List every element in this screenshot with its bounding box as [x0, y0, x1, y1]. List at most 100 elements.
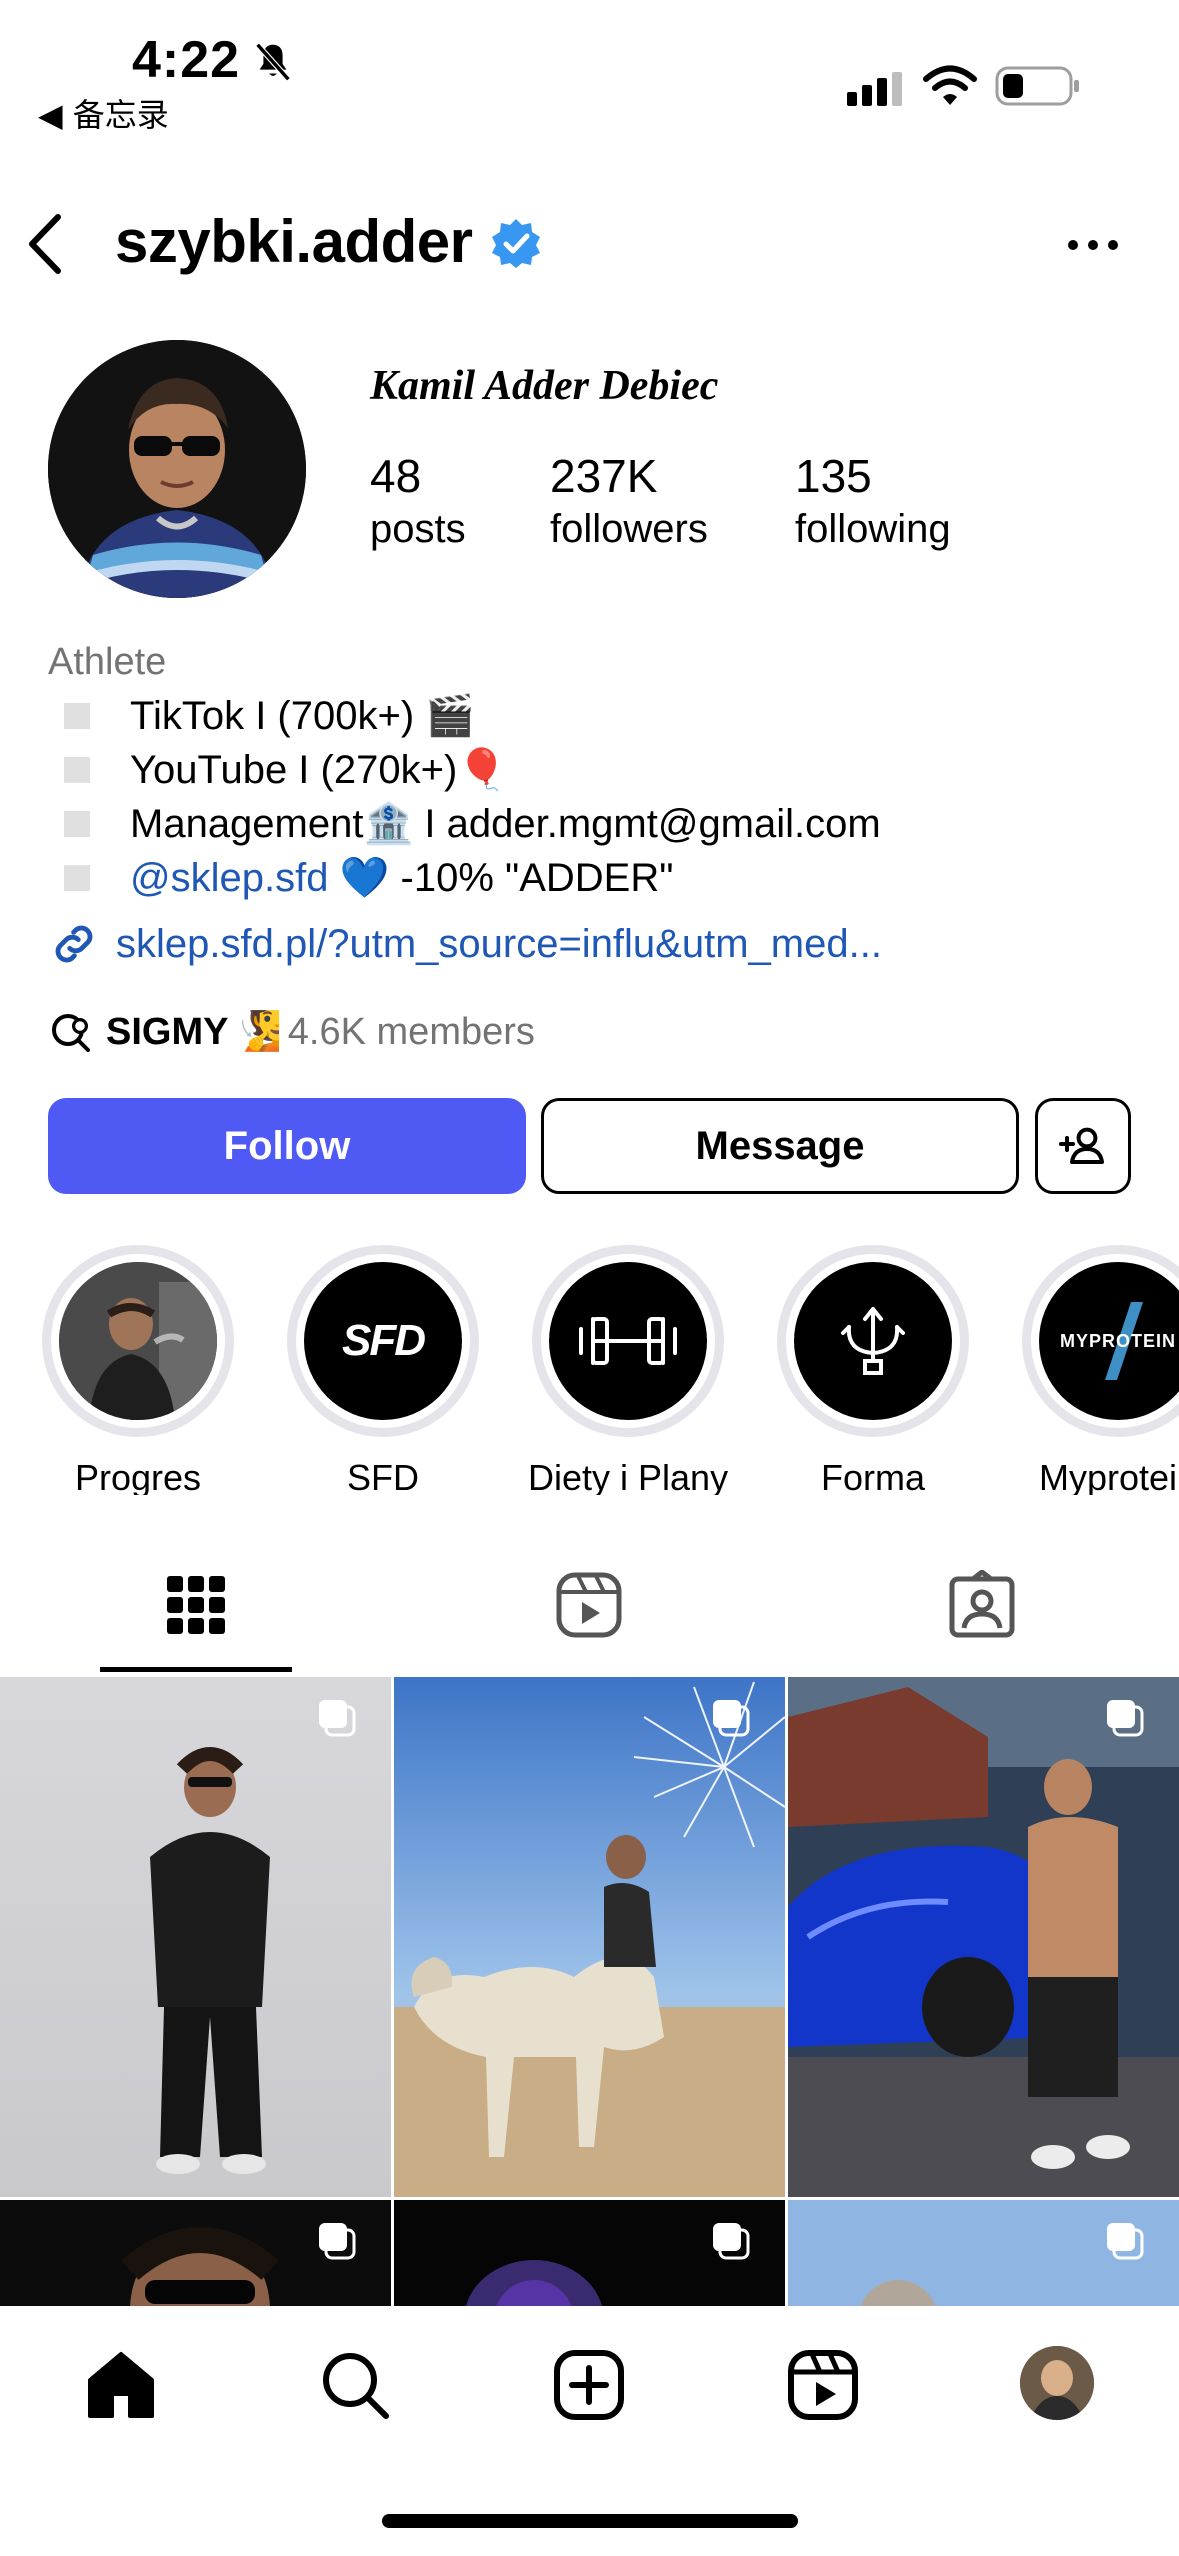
bio-line-text: YouTube I (270k+)🎈 — [130, 748, 508, 792]
post-thumbnail[interactable] — [394, 1677, 785, 2197]
create-post-icon[interactable] — [552, 2348, 626, 2422]
active-tab-indicator — [100, 1667, 292, 1672]
link-icon — [55, 925, 93, 963]
highlight-cover: MYPROTEIN — [1039, 1262, 1179, 1420]
bullet-square — [64, 757, 90, 783]
posts-count: 48 — [370, 450, 422, 502]
carousel-icon — [1107, 2223, 1144, 2260]
grid-tab-icon[interactable] — [161, 1570, 231, 1640]
post-thumbnail[interactable] — [394, 2200, 785, 2307]
follow-button[interactable]: Follow — [48, 1098, 526, 1194]
followers-count: 237K — [550, 450, 658, 502]
highlight-forma[interactable]: Forma — [773, 1245, 973, 1495]
bullet-square — [64, 865, 90, 891]
cellular-signal-icon — [847, 72, 902, 106]
post-image — [788, 1677, 1179, 2197]
profile-bio: Athlete TikTok I (700k+) 🎬 YouTube I (27… — [48, 635, 1148, 905]
more-options-icon[interactable] — [1065, 235, 1121, 255]
search-icon[interactable] — [318, 2348, 392, 2422]
profile-category: Athlete — [48, 641, 167, 683]
add-user-icon — [1059, 1127, 1104, 1164]
trident-icon — [841, 1307, 905, 1375]
home-indicator — [382, 2514, 798, 2528]
post-image — [0, 1677, 391, 2197]
carousel-icon — [1107, 1700, 1144, 1737]
profile-avatar[interactable] — [48, 340, 306, 598]
broadcast-channel[interactable]: SIGMY 🧏 4.6K members — [48, 1008, 535, 1056]
followers-stat[interactable]: 237K followers — [550, 448, 708, 554]
bio-line-text: 💙 -10% "ADDER" — [328, 856, 674, 900]
post-thumbnail[interactable] — [0, 1677, 391, 2197]
bio-mention-link[interactable]: @sklep.sfd — [130, 851, 328, 905]
back-to-app-link[interactable]: ◀ 备忘录 — [38, 90, 169, 136]
channel-name: SIGMY — [106, 1010, 229, 1053]
highlight-label: SFD — [347, 1457, 419, 1495]
message-button[interactable]: Message — [541, 1098, 1019, 1194]
highlight-label: Progres — [74, 1457, 202, 1495]
posts-stat[interactable]: 48 posts — [370, 448, 466, 554]
highlight-cover — [794, 1262, 952, 1420]
profile-photo — [48, 340, 306, 598]
bullet-square — [64, 703, 90, 729]
profile-display-name: Kamil Adder Debiec — [370, 363, 719, 409]
post-thumbnail[interactable] — [788, 2200, 1179, 2307]
home-icon[interactable] — [84, 2348, 158, 2422]
reels-tab-icon[interactable] — [554, 1570, 624, 1640]
carousel-icon — [319, 1700, 356, 1737]
highlight-sfd[interactable]: SFD SFD — [283, 1245, 483, 1495]
highlight-cover — [59, 1262, 217, 1420]
posts-label: posts — [370, 507, 466, 551]
highlight-cover: SFD — [304, 1262, 462, 1420]
carousel-icon — [713, 2223, 750, 2260]
post-thumbnail[interactable] — [788, 1677, 1179, 2197]
highlight-cover — [549, 1262, 707, 1420]
status-bar: 4:22 ◀ 备忘录 — [0, 0, 1179, 150]
channel-emoji: 🧏 — [234, 1011, 282, 1053]
reels-icon[interactable] — [786, 2348, 860, 2422]
highlight-label: Diety i Plany — [528, 1457, 729, 1495]
back-arrow-icon[interactable] — [24, 211, 66, 277]
channel-icon — [52, 1014, 90, 1052]
tagged-tab-icon[interactable] — [947, 1570, 1017, 1640]
highlight-ring — [42, 1245, 234, 1437]
carousel-icon — [713, 1700, 750, 1737]
bullet-square — [64, 811, 90, 837]
status-time: 4:22 — [132, 31, 241, 89]
link-text: sklep.sfd.pl/?utm_source=influ&utm_med..… — [116, 921, 882, 966]
channel-members: 4.6K members — [287, 1010, 535, 1053]
highlight-diety[interactable]: Diety i Plany — [528, 1245, 728, 1495]
following-stat[interactable]: 135 following — [795, 448, 951, 554]
story-highlights: Progres SFD SFD Diety i Plany Forma MYPR… — [0, 1245, 1179, 1495]
highlight-ring: SFD — [287, 1245, 479, 1437]
highlight-label: Myprotein — [1038, 1457, 1179, 1495]
battery-icon — [995, 66, 1079, 106]
following-count: 135 — [795, 450, 872, 502]
verified-badge-icon — [492, 219, 540, 268]
wifi-icon — [923, 65, 977, 105]
suggested-users-button[interactable] — [1035, 1098, 1131, 1194]
highlight-ring — [777, 1245, 969, 1437]
carousel-icon — [319, 2223, 356, 2260]
post-image — [394, 1677, 785, 2197]
dumbbell-icon — [579, 1317, 677, 1365]
bio-line: YouTube I (270k+)🎈 — [48, 743, 1148, 797]
highlight-progres[interactable]: Progres — [38, 1245, 238, 1495]
post-thumbnail[interactable] — [0, 2200, 391, 2307]
highlight-ring: MYPROTEIN — [1022, 1245, 1179, 1437]
bio-line: Management🏦 I adder.mgmt@gmail.com — [48, 797, 1148, 851]
following-label: following — [795, 507, 951, 551]
highlight-label: Forma — [820, 1457, 925, 1495]
avatar-image — [1020, 2346, 1094, 2420]
bio-line: TikTok I (700k+) 🎬 — [48, 689, 1148, 743]
profile-tab-avatar[interactable] — [1020, 2346, 1094, 2420]
highlight-ring — [532, 1245, 724, 1437]
followers-label: followers — [550, 507, 708, 551]
bell-muted-icon — [255, 42, 291, 82]
highlight-photo — [59, 1262, 217, 1420]
profile-external-link[interactable]: sklep.sfd.pl/?utm_source=influ&utm_med..… — [48, 918, 882, 970]
sfd-logo: SFD — [342, 1316, 426, 1365]
highlight-myprotein[interactable]: MYPROTEIN Myprotein — [1018, 1245, 1179, 1495]
profile-tabs — [0, 1555, 1179, 1675]
profile-header: szybki.adder — [0, 195, 1179, 295]
myprotein-logo: MYPROTEIN — [1059, 1330, 1176, 1351]
